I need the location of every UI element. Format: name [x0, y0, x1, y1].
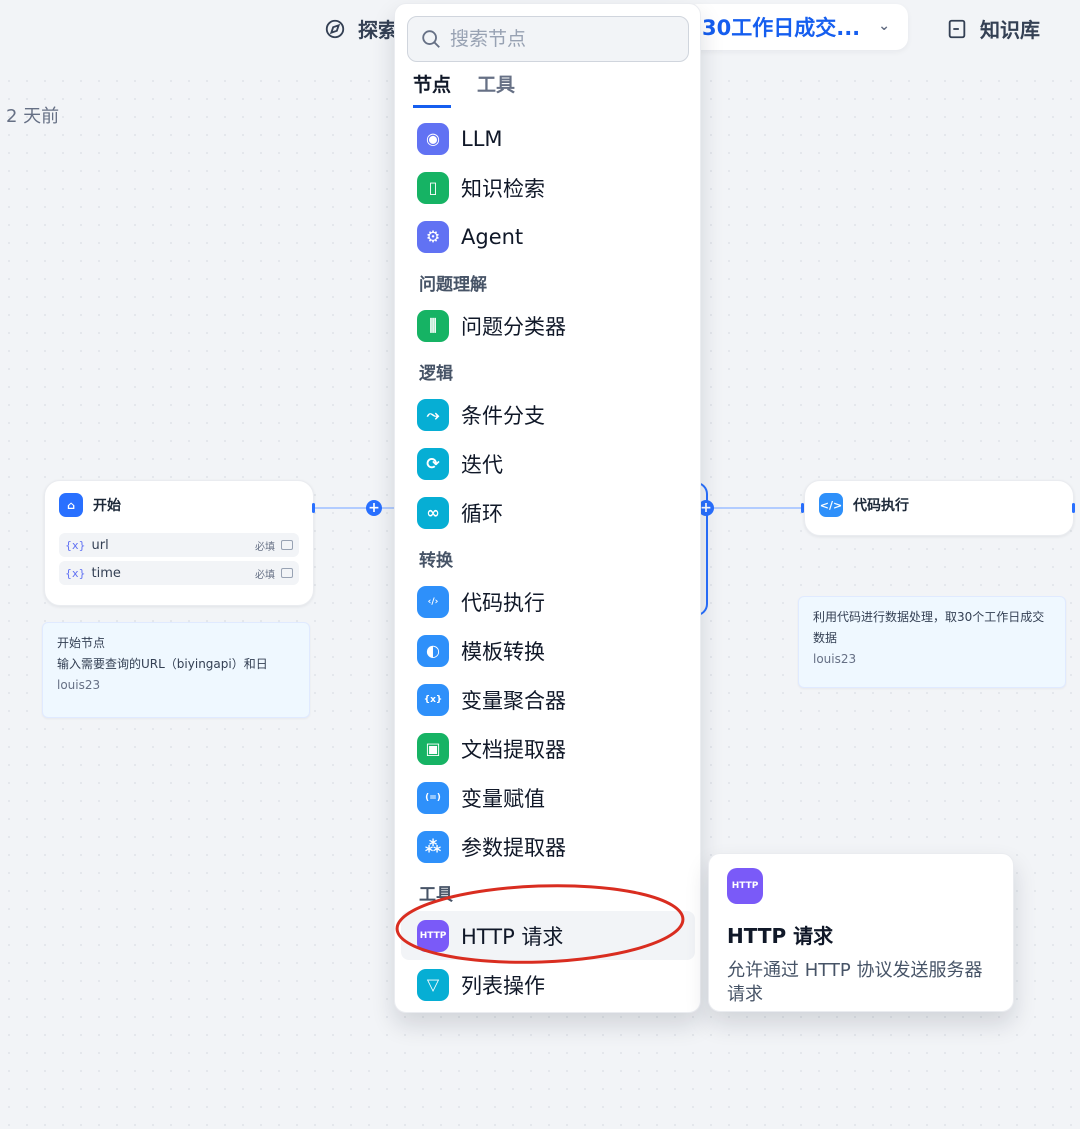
node-item-label: 变量聚合器: [461, 688, 566, 713]
output-handle[interactable]: [1072, 503, 1075, 513]
tooltip-title: HTTP 请求: [727, 924, 834, 948]
group-label: 转换: [419, 551, 453, 571]
node-item[interactable]: ◐ 模板转换: [401, 626, 695, 675]
node-item-label: 参数提取器: [461, 835, 566, 860]
start-node-title: 开始: [93, 498, 121, 514]
code-icon: ‹/›: [417, 585, 449, 618]
node-item-label: Agent: [461, 224, 524, 249]
book-icon: ▯: [417, 171, 449, 204]
explore-label: 探索: [358, 18, 398, 42]
node-item[interactable]: ▯ 知识检索: [401, 163, 695, 212]
node-item-label: 知识检索: [461, 176, 545, 201]
app-selector[interactable]: 30工作日成交... ⌄: [686, 4, 908, 50]
doc-extractor-icon: ▣: [417, 732, 449, 765]
knowledge-nav[interactable]: 知识库: [946, 14, 1040, 43]
node-item-label: 迭代: [461, 452, 503, 477]
node-item[interactable]: ‹/› 代码执行: [401, 577, 695, 626]
node-item-label: 循环: [461, 501, 503, 526]
loop-icon: ∞: [417, 496, 449, 529]
tab-tools[interactable]: 工具: [477, 70, 515, 108]
node-item[interactable]: (=) 变量赋值: [401, 773, 695, 822]
tooltip-description: 允许通过 HTTP 协议发送服务器请求: [727, 960, 983, 1005]
iterate-icon: ⟳: [417, 447, 449, 480]
node-list: ◉ LLM ▯ 知识检索 ⚙ Agent 问题理解 ⫼ 问题分类器逻辑 ⤳ 条件分支 ⟳ 迭代 ∞ 循环转换…: [401, 114, 695, 1009]
node-item-label: 模板转换: [461, 639, 545, 664]
input-type-icon: [281, 568, 293, 578]
code-node[interactable]: </> 代码执行: [804, 480, 1074, 536]
agent-icon: ⚙: [417, 220, 449, 253]
search-input[interactable]: [448, 27, 672, 51]
node-item[interactable]: ◉ LLM: [401, 114, 695, 163]
var-row-url: {x} url 必填: [59, 533, 299, 557]
node-item-label: 问题分类器: [461, 314, 566, 339]
brain-icon: ◉: [417, 122, 449, 155]
note-body: 输入需要查询的URL（biyingapi）和日: [57, 657, 268, 671]
node-item-label: 列表操作: [461, 973, 545, 998]
book-icon: [948, 19, 966, 38]
code-note[interactable]: 利用代码进行数据处理，取30个工作日成交数据 louis23: [798, 596, 1066, 688]
node-item-label: 代码执行: [461, 590, 545, 615]
node-item[interactable]: ⚙ Agent: [401, 212, 695, 261]
variable-aggregator-icon: {x}: [417, 683, 449, 716]
node-item[interactable]: ▣ 文档提取器: [401, 724, 695, 773]
panel-tabs: 节点 工具: [413, 70, 515, 108]
code-node-title: 代码执行: [853, 498, 909, 514]
node-picker-panel: 节点 工具 ◉ LLM ▯ 知识检索 ⚙ Agent 问题理解 ⫼ 问题分类器逻辑 ⤳ 条件分支 ⟳ 迭…: [394, 3, 701, 1013]
note-body: 利用代码进行数据处理，取30个工作日成交数据: [813, 610, 1045, 645]
explore-nav[interactable]: 探索: [324, 14, 398, 43]
template-icon: ◐: [417, 634, 449, 667]
node-item[interactable]: ⟳ 迭代: [401, 439, 695, 488]
chevron-down-icon: ⌄: [878, 18, 890, 34]
node-item[interactable]: ⫼ 问题分类器: [401, 301, 695, 350]
param-extractor-icon: ⁂: [417, 830, 449, 863]
node-item[interactable]: ⁂ 参数提取器: [401, 822, 695, 871]
edge: [315, 507, 395, 509]
start-note[interactable]: 开始节点 输入需要查询的URL（biyingapi）和日 louis23: [42, 622, 310, 718]
tab-nodes[interactable]: 节点: [413, 70, 452, 108]
variable-icon: {x}: [65, 538, 86, 552]
knowledge-label: 知识库: [980, 18, 1040, 42]
app-name: 30工作日成交...: [702, 16, 861, 40]
variable-icon: {x}: [65, 566, 86, 580]
node-item-label: 文档提取器: [461, 737, 566, 762]
code-icon: </>: [819, 493, 843, 517]
var-row-time: {x} time 必填: [59, 561, 299, 585]
note-title: 开始节点: [57, 636, 106, 650]
assign-icon: (=): [417, 781, 449, 814]
node-item[interactable]: ∞ 循环: [401, 488, 695, 537]
input-type-icon: [281, 540, 293, 550]
add-node-plus-icon[interactable]: +: [366, 500, 382, 516]
home-icon: ⌂: [59, 493, 83, 517]
node-item-label: 条件分支: [461, 403, 545, 428]
classifier-icon: ⫼: [417, 309, 449, 342]
compass-icon: [325, 19, 345, 38]
node-item[interactable]: {x} 变量聚合器: [401, 675, 695, 724]
node-item-label: LLM: [461, 126, 503, 151]
start-node[interactable]: ⌂ 开始 {x} url 必填 {x} time 必填: [44, 480, 314, 606]
branch-icon: ⤳: [417, 398, 449, 431]
group-label: 问题理解: [419, 275, 487, 295]
node-item[interactable]: ⤳ 条件分支: [401, 390, 695, 439]
note-author: louis23: [813, 652, 857, 666]
node-item-label: 变量赋值: [461, 786, 545, 811]
group-label: 逻辑: [419, 364, 453, 384]
time-ago: 2 天前: [6, 106, 60, 127]
search-icon: [422, 30, 440, 48]
node-tooltip: HTTP HTTP 请求 允许通过 HTTP 协议发送服务器请求: [708, 853, 1014, 1012]
search-box[interactable]: [407, 16, 689, 62]
edge: [714, 507, 804, 509]
filter-icon: ▽: [417, 968, 449, 1001]
red-annotation-ellipse: [395, 884, 685, 964]
note-author: louis23: [57, 678, 101, 692]
http-icon: HTTP: [727, 868, 763, 904]
